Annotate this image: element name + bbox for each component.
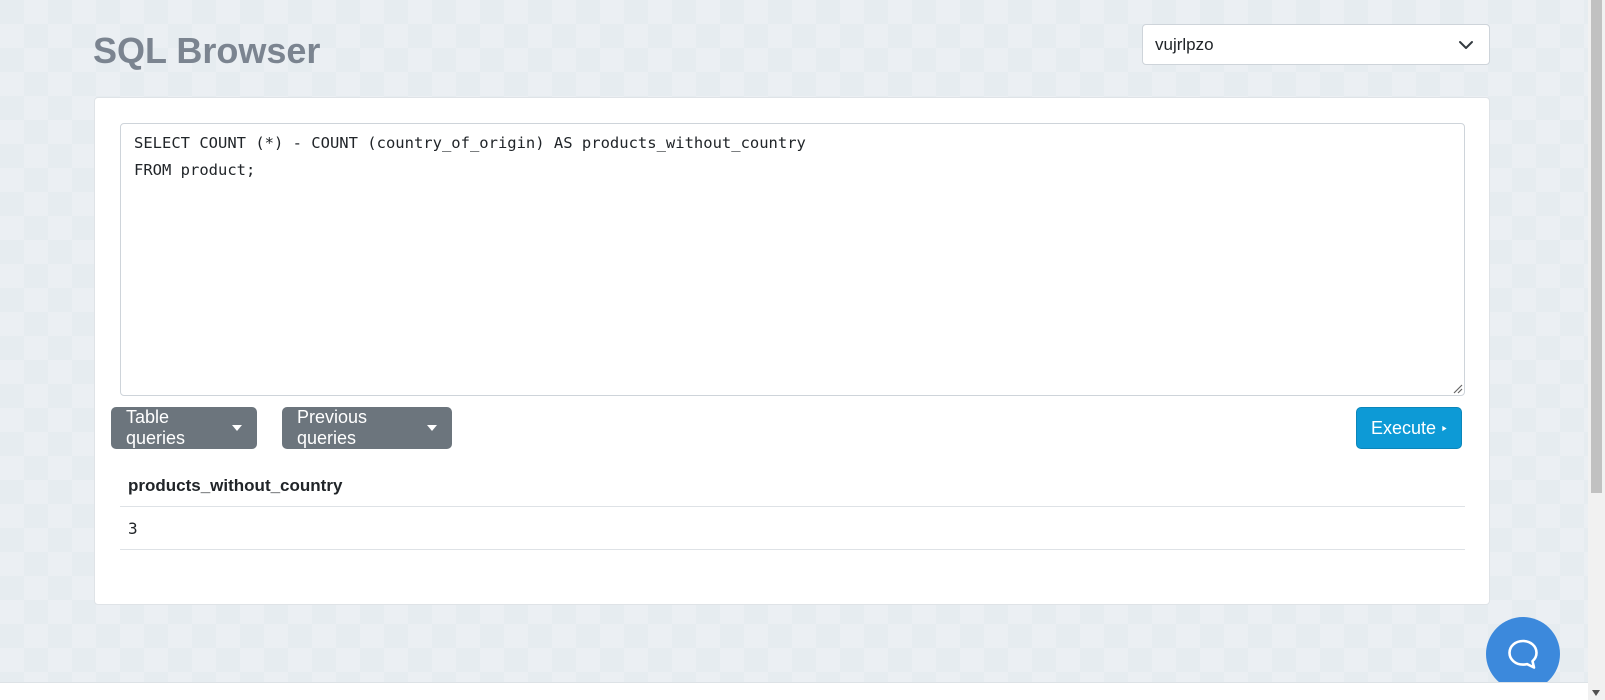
scrollbar-thumb[interactable] bbox=[1591, 0, 1602, 493]
footer-strip bbox=[0, 682, 1588, 700]
caret-down-icon bbox=[427, 425, 437, 431]
sql-editor[interactable]: SELECT COUNT (*) - COUNT (country_of_ori… bbox=[120, 123, 1465, 396]
resize-handle-icon[interactable] bbox=[1451, 382, 1463, 394]
table-header-row: products_without_country bbox=[120, 468, 1465, 507]
scroll-down-arrow-icon[interactable] bbox=[1592, 690, 1600, 696]
column-header: products_without_country bbox=[120, 468, 1465, 507]
chat-launcher-button[interactable] bbox=[1486, 617, 1560, 691]
execute-button[interactable]: Execute bbox=[1356, 407, 1462, 449]
table-queries-label: Table queries bbox=[126, 407, 186, 448]
chevron-down-icon bbox=[1459, 41, 1473, 49]
database-select-value: vujrlpzo bbox=[1155, 34, 1214, 54]
play-icon bbox=[1442, 425, 1447, 431]
previous-queries-label: Previous queries bbox=[297, 407, 368, 448]
caret-down-icon bbox=[232, 425, 242, 431]
table-row: 3 bbox=[120, 506, 1465, 550]
table-queries-button[interactable]: Table queries bbox=[111, 407, 257, 449]
execute-label: Execute bbox=[1371, 417, 1437, 438]
database-select[interactable]: vujrlpzo bbox=[1142, 24, 1490, 65]
page-scrollbar[interactable] bbox=[1588, 0, 1605, 700]
query-card: SELECT COUNT (*) - COUNT (country_of_ori… bbox=[94, 97, 1490, 605]
results-table: products_without_country 3 bbox=[120, 468, 1465, 550]
table-cell: 3 bbox=[120, 506, 1465, 550]
page-title: SQL Browser bbox=[93, 30, 321, 71]
chat-bubble-icon bbox=[1508, 639, 1538, 669]
previous-queries-button[interactable]: Previous queries bbox=[282, 407, 452, 449]
